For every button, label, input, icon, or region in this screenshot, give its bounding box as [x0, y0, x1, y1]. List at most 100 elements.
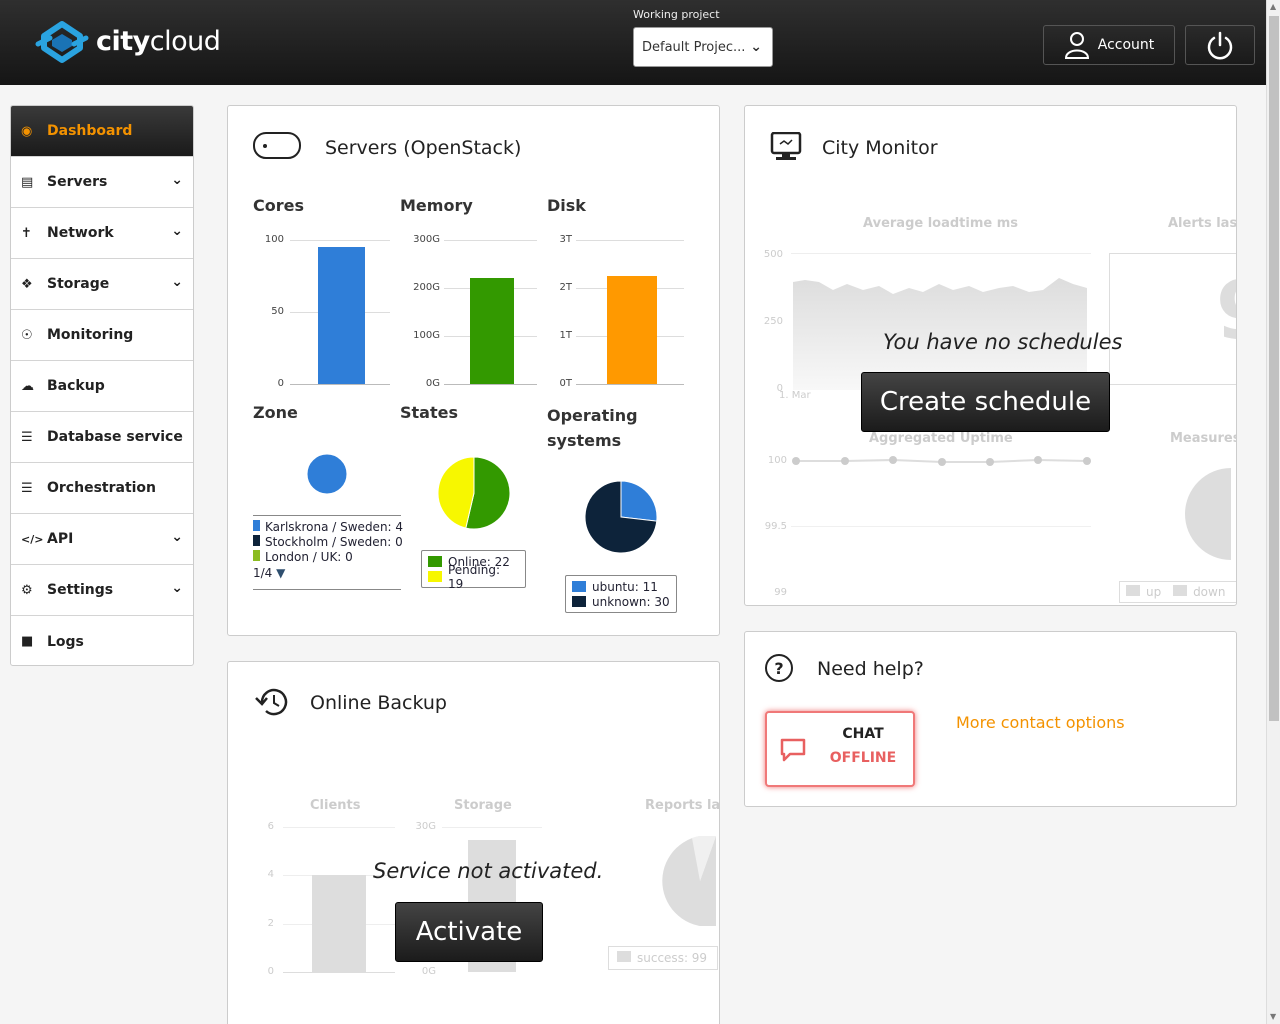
chevron-down-icon: ⌄ [171, 274, 183, 290]
city-monitor-panel: City Monitor Average loadtime ms Alerts … [744, 105, 1237, 606]
code-icon: </> [21, 532, 44, 546]
online-backup-title: Online Backup [310, 692, 447, 714]
disk-tick: 0T [559, 378, 572, 389]
chat-button[interactable]: CHAT OFFLINE [765, 711, 915, 787]
legend-item[interactable]: ubuntu: 11 [572, 579, 670, 594]
pie-slice [306, 453, 348, 495]
legend-item[interactable]: Karlskrona / Sweden: 4 [253, 520, 403, 535]
reports-legend: success: 99 [608, 946, 718, 970]
scroll-down-icon[interactable]: ▼ [1270, 1012, 1276, 1021]
memory-tick: 300G [413, 234, 440, 245]
sidebar-item-label: Servers [47, 174, 108, 190]
sidebar-item-label: API [47, 531, 74, 547]
legend-item[interactable]: London / UK: 0 [253, 550, 403, 565]
monitor-icon [770, 132, 802, 160]
folder-icon: ■ [21, 634, 34, 649]
legend-item[interactable]: Stockholm / Sweden: 0 [253, 535, 403, 550]
sidebar-item-monitoring[interactable]: ☉ Monitoring [11, 310, 193, 361]
logout-button[interactable] [1185, 25, 1255, 65]
sidebar-item-label: Logs [47, 633, 84, 650]
clients-tick: 0 [267, 966, 274, 977]
city-monitor-title: City Monitor [822, 137, 938, 159]
measures-title: Measures [1170, 431, 1237, 446]
sidebar-item-backup[interactable]: ☁ Backup [11, 361, 193, 412]
list-icon: ☰ [21, 480, 33, 496]
project-select[interactable]: Default Projec... ⌄ [633, 27, 773, 67]
citycloud-logo[interactable]: citycloud [34, 18, 221, 64]
sidebar-item-servers[interactable]: ▤ Servers ⌄ [11, 157, 193, 208]
sidebar-item-label: Settings [47, 582, 114, 598]
os-label: Operating systems [547, 406, 638, 450]
clients-bar [312, 875, 366, 972]
gridline [791, 526, 1091, 527]
sidebar-item-storage[interactable]: ❖ Storage ⌄ [11, 259, 193, 310]
reports-title: Reports las [645, 798, 720, 813]
legend-success[interactable]: success: 99 [637, 951, 707, 965]
alerts-title: Alerts las [1168, 216, 1237, 231]
zone-pie [306, 453, 348, 495]
sidebar-item-label: Orchestration [47, 480, 157, 496]
create-schedule-button[interactable]: Create schedule [861, 372, 1110, 432]
gridline [283, 972, 395, 973]
zone-label: Zone [253, 403, 298, 422]
reports-pie [662, 836, 716, 926]
chat-status: OFFLINE [829, 750, 897, 766]
pager-down-icon[interactable]: ▼ [276, 566, 285, 580]
servers-title: Servers (OpenStack) [325, 137, 522, 159]
sidebar-item-dashboard[interactable]: ◉ Dashboard [11, 106, 193, 157]
memory-tick: 0G [425, 378, 440, 389]
activate-button[interactable]: Activate [395, 902, 543, 962]
aggregated-uptime-title: Aggregated Uptime [869, 431, 1013, 446]
pager-text: 1/4 [253, 566, 273, 580]
pie-slice [620, 480, 658, 522]
legend-pager: 1/4 ▼ [253, 566, 403, 581]
legend-up[interactable]: up [1146, 585, 1161, 599]
account-label: Account [1097, 37, 1155, 53]
page-scrollbar[interactable]: ▲ ▼ [1266, 0, 1280, 1024]
cores-label: Cores [253, 196, 304, 215]
power-icon [1207, 31, 1233, 60]
legend-down[interactable]: down [1193, 585, 1225, 599]
sidebar-item-orchestration[interactable]: ☰ Orchestration [11, 463, 193, 514]
more-contact-link[interactable]: More contact options [956, 713, 1125, 732]
sidebar-item-logs[interactable]: ■ Logs [11, 616, 193, 665]
gridline [791, 253, 1091, 254]
account-button[interactable]: Account [1043, 25, 1175, 65]
uptime-line-chart [792, 456, 1091, 466]
scrollbar-thumb[interactable] [1269, 16, 1279, 721]
legend-item[interactable]: unknown: 30 [572, 594, 670, 609]
uptime-tick: 99.5 [764, 521, 787, 532]
sidebar-item-network[interactable]: ✝ Network ⌄ [11, 208, 193, 259]
chevron-down-icon: ⌄ [171, 529, 183, 545]
chevron-down-icon: ⌄ [750, 39, 762, 55]
clients-tick: 4 [267, 869, 274, 880]
memory-tick: 200G [413, 282, 440, 293]
cores-tick: 100 [264, 234, 284, 245]
cores-tick: 0 [277, 378, 284, 389]
gridline [283, 827, 395, 828]
chevron-down-icon: ⌄ [171, 172, 183, 188]
sidebar-item-settings[interactable]: ⚙ Settings ⌄ [11, 565, 193, 616]
no-schedules-text: You have no schedules [883, 330, 1123, 354]
plug-icon: ✝ [21, 225, 32, 241]
eye-icon: ☉ [21, 327, 33, 343]
sidebar-item-label: Backup [47, 378, 105, 394]
zone-legend: Karlskrona / Sweden: 4 Stockholm / Swede… [253, 520, 403, 581]
gears-icon: ⚙ [21, 582, 33, 598]
storage-tick: 30G [415, 821, 436, 832]
legend-item[interactable]: Pending: 19 [428, 563, 519, 591]
gridline [576, 384, 684, 385]
clients-tick: 6 [267, 821, 274, 832]
os-pie [584, 480, 658, 554]
servers-panel: Servers (OpenStack) Cores Memory Disk 10… [227, 105, 720, 636]
sidebar-item-database-service[interactable]: ☰ Database service [11, 412, 193, 463]
memory-tick: 100G [413, 330, 440, 341]
sidebar-item-label: Network [47, 225, 114, 241]
uptime-legend: up down [1119, 581, 1236, 603]
divider [253, 589, 401, 590]
need-help-title: Need help? [817, 658, 924, 680]
scroll-up-icon[interactable]: ▲ [1270, 2, 1276, 11]
cores-bar [318, 247, 365, 384]
alerts-count: 9 [1216, 264, 1236, 357]
sidebar-item-api[interactable]: </> API ⌄ [11, 514, 193, 565]
